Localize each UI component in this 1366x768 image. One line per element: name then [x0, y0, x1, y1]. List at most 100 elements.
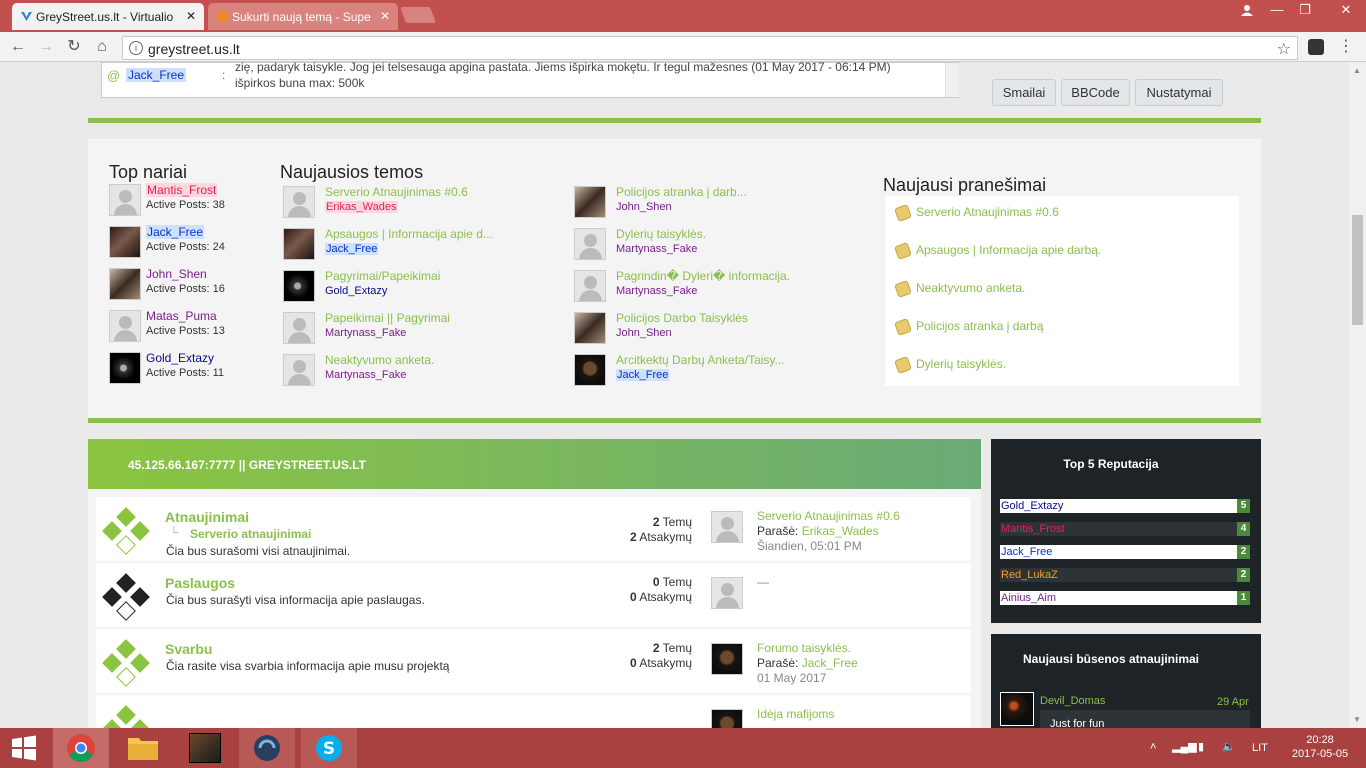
- profile-icon[interactable]: [1232, 0, 1262, 20]
- avatar[interactable]: [574, 186, 606, 218]
- avatar[interactable]: [283, 354, 315, 386]
- skype-button[interactable]: S: [301, 728, 357, 768]
- tab-greystreet[interactable]: GreyStreet.us.lt - Virtualio ✕: [12, 3, 204, 30]
- last-post-avatar[interactable]: [711, 643, 743, 675]
- bbcode-button[interactable]: BBCode: [1061, 79, 1130, 106]
- tray-arrow-icon[interactable]: ˄: [1150, 741, 1156, 753]
- reputation-user[interactable]: Red_LukaZ: [1001, 569, 1058, 581]
- avatar[interactable]: [283, 312, 315, 344]
- notification-link[interactable]: Policijos atranka į darbą: [916, 319, 1043, 333]
- extension-icon[interactable]: [1308, 39, 1324, 55]
- clock[interactable]: 20:28 2017-05-05: [1290, 734, 1350, 760]
- topic-author[interactable]: Martynass_Fake: [616, 243, 697, 255]
- address-bar[interactable]: i greystreet.us.lt ☆: [122, 36, 1298, 60]
- avatar[interactable]: [574, 354, 606, 386]
- category-header[interactable]: 45.125.66.167:7777 || GREYSTREET.US.LT: [88, 439, 981, 489]
- avatar[interactable]: [283, 228, 315, 260]
- notification-item[interactable]: Neaktyvumo anketa.: [886, 273, 1236, 307]
- topic-link[interactable]: Pagyrimai/Papeikimai: [325, 269, 440, 283]
- forum-title[interactable]: Svarbu: [165, 641, 212, 657]
- topic-author[interactable]: Martynass_Fake: [616, 285, 697, 297]
- last-post-title[interactable]: Serverio Atnaujinimas #0.6: [757, 509, 900, 523]
- member-name[interactable]: John_Shen: [146, 267, 207, 281]
- topic-author[interactable]: John_Shen: [616, 201, 672, 213]
- avatar[interactable]: [283, 186, 315, 218]
- notification-link[interactable]: Dylerių taisyklės.: [916, 357, 1006, 371]
- notification-link[interactable]: Neaktyvumo anketa.: [916, 281, 1025, 295]
- member-name[interactable]: Matas_Puma: [146, 309, 217, 323]
- notification-item[interactable]: Dylerių taisyklės.: [886, 349, 1236, 383]
- member-name[interactable]: Jack_Free: [146, 225, 205, 239]
- notification-item[interactable]: Policijos atranka į darbą: [886, 311, 1236, 345]
- topic-link[interactable]: Apsaugos | Informacija apie d...: [325, 227, 493, 241]
- last-post-title[interactable]: Idėja mafijoms: [757, 707, 834, 721]
- topic-link[interactable]: Arcitkektų Darbų Anketa/Taisy...: [616, 353, 785, 367]
- smileys-button[interactable]: Smailai: [992, 79, 1056, 106]
- game-app-button[interactable]: [177, 728, 233, 768]
- textarea-scrollbar[interactable]: [945, 63, 959, 97]
- topic-link[interactable]: Papeikimai || Pagyrimai: [325, 311, 450, 325]
- start-button[interactable]: [0, 728, 48, 768]
- reputation-row[interactable]: Mantis_Frost 4: [1000, 522, 1250, 536]
- avatar[interactable]: [574, 312, 606, 344]
- avatar[interactable]: [109, 226, 141, 258]
- reputation-user[interactable]: Ainius_Aim: [1001, 592, 1056, 604]
- menu-icon[interactable]: ⋮: [1336, 37, 1356, 57]
- bookmark-star-icon[interactable]: ☆: [1277, 39, 1291, 59]
- avatar[interactable]: [574, 228, 606, 260]
- member-name[interactable]: Gold_Extazy: [146, 351, 214, 365]
- reputation-row[interactable]: Jack_Free 2: [1000, 545, 1250, 559]
- chrome-taskbar-button[interactable]: [53, 728, 109, 768]
- close-window-button[interactable]: ✕: [1326, 0, 1366, 20]
- maximize-button[interactable]: ❐: [1290, 0, 1320, 20]
- avatar[interactable]: [109, 310, 141, 342]
- network-icon[interactable]: ▂▄▆: [1172, 740, 1197, 753]
- subforum-link[interactable]: Serverio atnaujinimai: [190, 527, 311, 541]
- battery-icon[interactable]: ▮: [1198, 740, 1204, 753]
- forward-icon[interactable]: →: [36, 37, 56, 57]
- topic-link[interactable]: Policijos Darbo Taisyklės: [616, 311, 748, 325]
- topic-link[interactable]: Serverio Atnaujinimas #0.6: [325, 185, 468, 199]
- topic-author[interactable]: John_Shen: [616, 327, 672, 339]
- scrollbar-thumb[interactable]: [1352, 215, 1363, 325]
- reputation-user[interactable]: Gold_Extazy: [1001, 500, 1063, 512]
- notification-item[interactable]: Apsaugos | Informacija apie darbą.: [886, 235, 1236, 269]
- reload-icon[interactable]: ↻: [64, 37, 84, 57]
- teamspeak-button[interactable]: [239, 728, 295, 768]
- notification-item[interactable]: Serverio Atnaujinimas #0.6: [886, 197, 1236, 231]
- forum-title[interactable]: Paslaugos: [165, 575, 235, 591]
- home-icon[interactable]: ⌂: [92, 37, 112, 57]
- topic-author[interactable]: Jack_Free: [616, 369, 670, 381]
- last-post-avatar[interactable]: [711, 577, 743, 609]
- last-post-title[interactable]: Forumo taisyklės.: [757, 641, 851, 655]
- topic-author[interactable]: Jack_Free: [325, 243, 379, 255]
- avatar[interactable]: [109, 184, 141, 216]
- tab-new-topic[interactable]: Sukurti naują temą - Supe ✕: [208, 3, 398, 30]
- close-tab-icon[interactable]: ✕: [380, 9, 390, 23]
- avatar[interactable]: [1000, 692, 1034, 726]
- page-scrollbar[interactable]: ▲ ▼: [1349, 62, 1366, 728]
- topic-author[interactable]: Erikas_Wades: [325, 201, 398, 213]
- shoutbox-input[interactable]: @ Jack_Free : zię, padaryk taisykle. Jog…: [101, 62, 959, 98]
- reputation-row[interactable]: Ainius_Aim 1: [1000, 591, 1250, 605]
- reputation-user[interactable]: Jack_Free: [1001, 546, 1052, 558]
- volume-icon[interactable]: 🔈: [1222, 740, 1236, 753]
- topic-author[interactable]: Gold_Extazy: [325, 285, 387, 297]
- avatar[interactable]: [109, 352, 141, 384]
- topic-author[interactable]: Martynass_Fake: [325, 327, 406, 339]
- reputation-row[interactable]: Gold_Extazy 5: [1000, 499, 1250, 513]
- topic-link[interactable]: Policijos atranka į darb...: [616, 185, 747, 199]
- topic-author[interactable]: Martynass_Fake: [325, 369, 406, 381]
- notification-link[interactable]: Serverio Atnaujinimas #0.6: [916, 205, 1059, 219]
- file-explorer-button[interactable]: [115, 728, 171, 768]
- minimize-button[interactable]: —: [1262, 0, 1292, 20]
- avatar[interactable]: [574, 270, 606, 302]
- last-post-avatar[interactable]: [711, 709, 743, 728]
- reputation-user[interactable]: Mantis_Frost: [1001, 523, 1065, 535]
- avatar[interactable]: [283, 270, 315, 302]
- mention-user[interactable]: Jack_Free: [126, 68, 187, 82]
- language-indicator[interactable]: LIT: [1252, 742, 1268, 754]
- new-tab-button[interactable]: [400, 7, 436, 23]
- info-icon[interactable]: i: [129, 41, 143, 55]
- last-post-title[interactable]: —: [757, 575, 769, 589]
